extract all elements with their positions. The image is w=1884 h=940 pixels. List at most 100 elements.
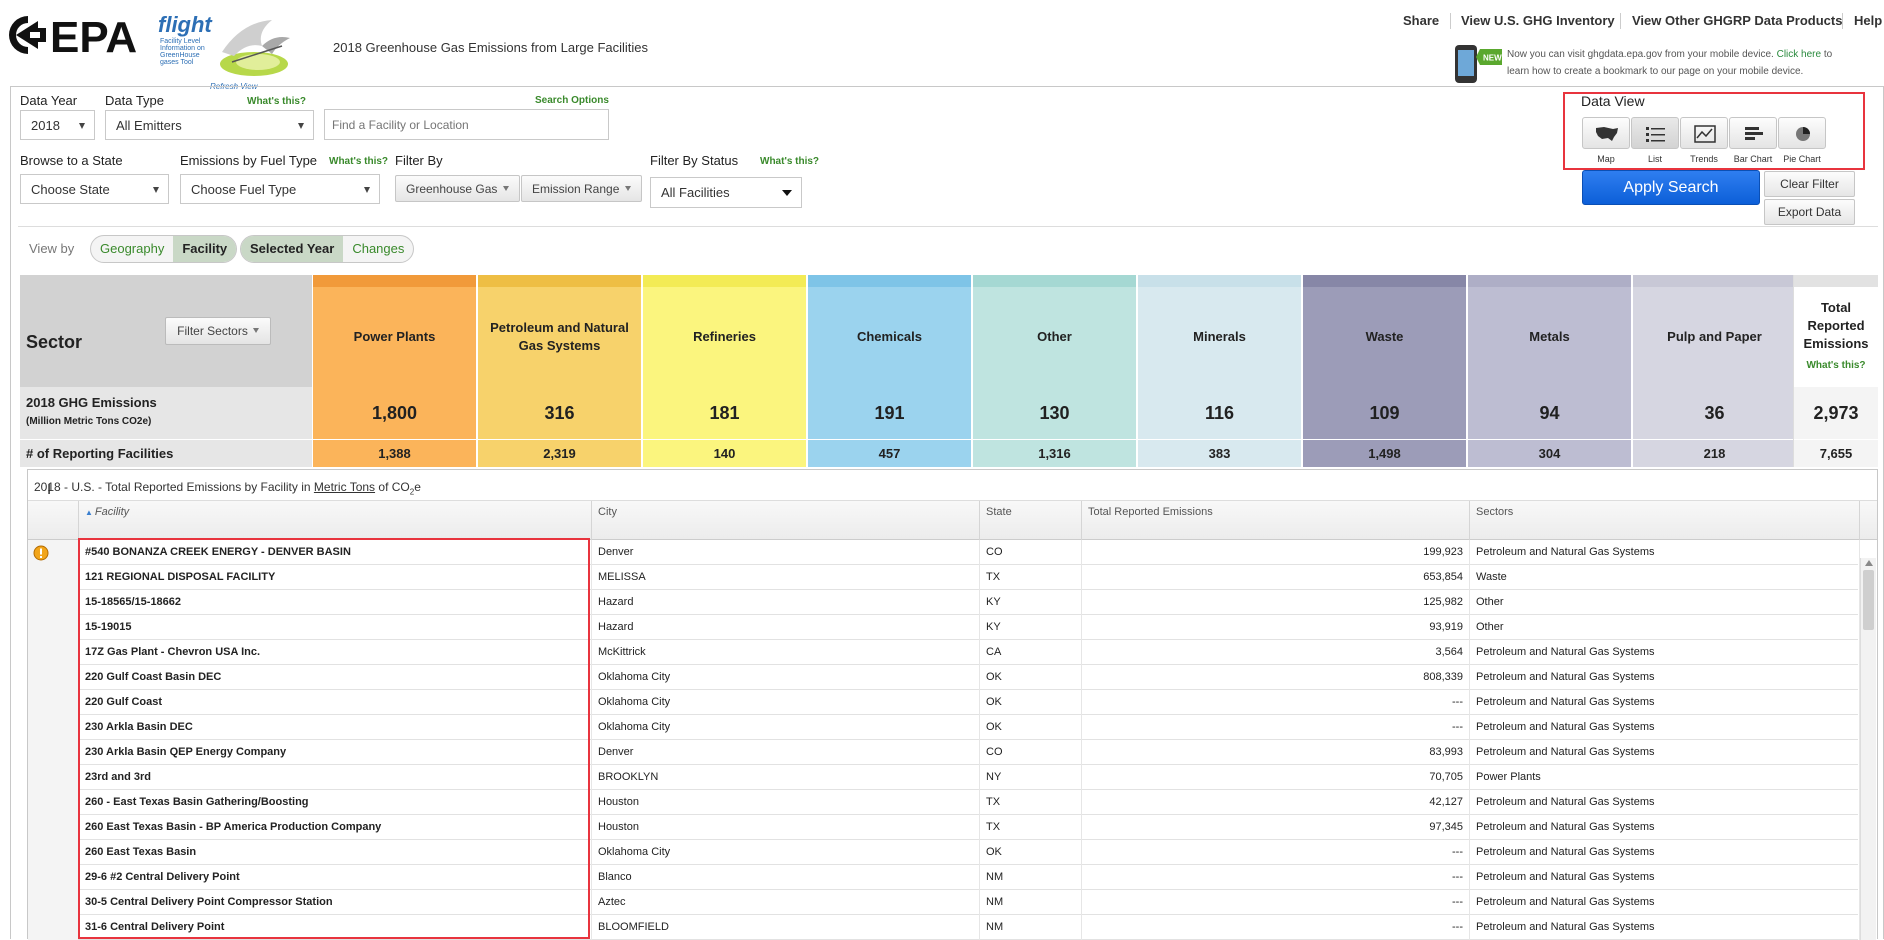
mobile-click-here-link[interactable]: Click here bbox=[1777, 49, 1821, 60]
trends-view-button[interactable] bbox=[1680, 117, 1728, 149]
sector-name[interactable]: Other bbox=[973, 287, 1136, 387]
apply-search-button[interactable]: Apply Search bbox=[1582, 170, 1760, 205]
sector-name[interactable]: Waste bbox=[1303, 287, 1466, 387]
city-cell: Denver bbox=[592, 740, 980, 765]
emission-range-dropdown[interactable]: Emission Range bbox=[521, 175, 643, 202]
sectors-column-header[interactable]: Sectors bbox=[1470, 501, 1860, 541]
fuel-type-select[interactable]: Choose Fuel Type bbox=[180, 174, 380, 204]
total-header: Total Reported Emissions What's this? bbox=[1794, 287, 1878, 387]
sector-band bbox=[808, 275, 971, 287]
view-other-ghgrp-data-link[interactable]: View Other GHGRP Data Products bbox=[1632, 13, 1842, 28]
sector-column[interactable]: Chemicals 191 457 bbox=[807, 275, 971, 467]
city-column-header[interactable]: City bbox=[592, 501, 980, 541]
state-select[interactable]: Choose State bbox=[20, 174, 169, 204]
facility-toggle[interactable]: Facility bbox=[173, 236, 237, 262]
sector-emissions: 181 bbox=[709, 402, 740, 423]
sector-facilities: 383 bbox=[1138, 439, 1301, 467]
sector-column[interactable]: Power Plants 1,800 1,388 bbox=[312, 275, 476, 467]
sector-name[interactable]: Power Plants bbox=[313, 287, 476, 387]
sector-name[interactable]: Metals bbox=[1468, 287, 1631, 387]
total-column: Total Reported Emissions What's this? 2,… bbox=[1793, 275, 1878, 467]
trends-icon bbox=[1694, 125, 1716, 143]
export-data-button[interactable]: Export Data bbox=[1764, 199, 1855, 225]
sector-column[interactable]: Petroleum and Natural Gas Systems 316 2,31… bbox=[477, 275, 641, 467]
city-cell: Aztec bbox=[592, 890, 980, 915]
sector-name[interactable]: Chemicals bbox=[808, 287, 971, 387]
sector-column[interactable]: Minerals 116 383 bbox=[1137, 275, 1301, 467]
sector-band bbox=[478, 275, 641, 287]
sector-band bbox=[1303, 275, 1466, 287]
share-link[interactable]: Share bbox=[1403, 13, 1439, 28]
selected-year-toggle[interactable]: Selected Year bbox=[241, 236, 344, 262]
pie-chart-icon bbox=[1796, 127, 1810, 141]
scroll-up-icon[interactable] bbox=[1865, 560, 1873, 566]
total-emissions: 2,973 bbox=[1794, 387, 1878, 439]
data-year-select[interactable]: 2018 bbox=[20, 110, 95, 140]
sectors-cell: Power Plants bbox=[1470, 765, 1860, 790]
emissions-cell: --- bbox=[1082, 690, 1470, 715]
chevron-down-icon bbox=[503, 186, 510, 191]
sector-name[interactable]: Petroleum and Natural Gas Systems bbox=[478, 287, 641, 387]
emission-range-label: Emission Range bbox=[532, 182, 620, 196]
sector-column[interactable]: Other 130 1,316 bbox=[972, 275, 1136, 467]
view-us-ghg-inventory-link[interactable]: View U.S. GHG Inventory bbox=[1461, 13, 1615, 28]
grid-scrollbar[interactable] bbox=[1860, 558, 1876, 940]
status-select[interactable]: All Facilities bbox=[650, 177, 802, 208]
data-type-value: All Emitters bbox=[116, 118, 182, 133]
chevron-down-icon bbox=[153, 187, 159, 193]
map-view-label: Map bbox=[1597, 154, 1615, 164]
facility-column-header[interactable]: ▲ Facility bbox=[79, 501, 592, 541]
flight-logo[interactable]: flight Facility Level Information on Gre… bbox=[156, 12, 301, 91]
filter-status-whats-this-link[interactable]: What's this? bbox=[760, 156, 819, 167]
data-type-whats-this-link[interactable]: What's this? bbox=[247, 96, 306, 107]
list-view-button[interactable] bbox=[1631, 117, 1679, 149]
sector-column[interactable]: Pulp and Paper 36 218 bbox=[1632, 275, 1796, 467]
help-link[interactable]: Help bbox=[1854, 13, 1882, 28]
sector-facilities: 218 bbox=[1633, 439, 1796, 467]
page-title: 2018 Greenhouse Gas Emissions from Large… bbox=[333, 40, 649, 55]
warning-icon[interactable] bbox=[33, 545, 49, 561]
bar-chart-view-button[interactable] bbox=[1729, 117, 1777, 149]
sector-name[interactable]: Pulp and Paper bbox=[1633, 287, 1796, 387]
sector-column[interactable]: Metals 94 304 bbox=[1467, 275, 1631, 467]
state-column-header[interactable]: State bbox=[980, 501, 1082, 541]
geography-toggle[interactable]: Geography bbox=[91, 236, 173, 262]
sector-emissions: 316 bbox=[544, 402, 575, 423]
sector-emissions: 109 bbox=[1369, 402, 1400, 423]
sector-column[interactable]: Refineries 181 140 bbox=[642, 275, 806, 467]
facility-search-input[interactable] bbox=[324, 109, 609, 140]
total-heading: Total Reported Emissions bbox=[1803, 300, 1869, 351]
clear-filter-button[interactable]: Clear Filter bbox=[1764, 171, 1855, 197]
city-cell: Blanco bbox=[592, 865, 980, 890]
changes-toggle[interactable]: Changes bbox=[343, 236, 413, 262]
epa-logo[interactable]: EPA bbox=[8, 12, 148, 62]
search-options-link[interactable]: Search Options bbox=[535, 95, 609, 106]
metric-tons-link[interactable]: Metric Tons bbox=[314, 480, 375, 494]
view-by-label: View by bbox=[29, 241, 75, 256]
fuel-type-whats-this-link[interactable]: What's this? bbox=[329, 156, 388, 167]
flight-wordmark: flight bbox=[158, 12, 212, 37]
scroll-thumb[interactable] bbox=[1863, 570, 1874, 630]
sector-name[interactable]: Minerals bbox=[1138, 287, 1301, 387]
row-icon-cell bbox=[28, 690, 79, 715]
sector-name[interactable]: Refineries bbox=[643, 287, 806, 387]
chevron-down-icon bbox=[252, 328, 259, 333]
city-cell: BROOKLYN bbox=[592, 765, 980, 790]
sector-column[interactable]: Waste 109 1,498 bbox=[1302, 275, 1466, 467]
pie-chart-view-button[interactable] bbox=[1778, 117, 1826, 149]
emissions-cell: 70,705 bbox=[1082, 765, 1470, 790]
sector-facilities: 2,319 bbox=[478, 439, 641, 467]
chevron-down-icon bbox=[79, 123, 85, 129]
header: EPA flight Facility Level Information on… bbox=[0, 0, 1884, 91]
data-type-select[interactable]: All Emitters bbox=[105, 110, 314, 140]
mobile-notice-text: Now you can visit ghgdata.epa.gov from y… bbox=[1507, 49, 1774, 60]
map-view-button[interactable] bbox=[1582, 117, 1630, 149]
filter-sectors-button[interactable]: Filter Sectors bbox=[165, 317, 271, 345]
state-cell: CO bbox=[980, 540, 1082, 565]
greenhouse-gas-dropdown[interactable]: Greenhouse Gas bbox=[395, 175, 521, 202]
total-whats-this-link[interactable]: What's this? bbox=[1806, 357, 1865, 375]
state-column-label: State bbox=[986, 506, 1012, 518]
grid-caption: 2018 - U.S. - Total Reported Emissions b… bbox=[34, 480, 421, 496]
sectors-cell: Other bbox=[1470, 615, 1860, 640]
emissions-column-header[interactable]: Total Reported Emissions bbox=[1082, 501, 1470, 541]
